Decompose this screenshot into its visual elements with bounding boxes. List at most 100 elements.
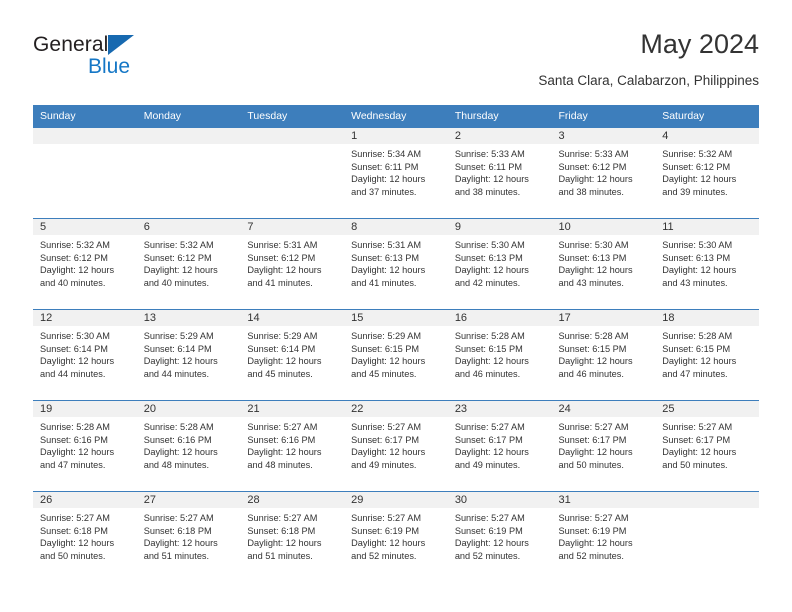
daylight-minutes: and 52 minutes. xyxy=(351,550,417,561)
daylight-minutes: and 41 minutes. xyxy=(351,277,417,288)
calendar-day-cell[interactable]: 4 Sunrise: 5:32 AM Sunset: 6:12 PM Daylight… xyxy=(655,127,759,219)
daylight-minutes: and 46 minutes. xyxy=(454,368,521,379)
calendar-day-cell[interactable]: 6 Sunrise: 5:32 AM Sunset: 6:12 PM Daylight… xyxy=(136,218,241,310)
day-number: 10 xyxy=(551,219,656,235)
day-number: 23 xyxy=(447,401,552,417)
calendar-day-cell[interactable]: 13 Sunrise: 5:29 AM Sunset: 6:14 PM Dayligh… xyxy=(136,309,241,401)
calendar-day-cell[interactable]: 28 Sunrise: 5:27 AM Sunset: 6:18 PM Dayligh… xyxy=(240,491,345,582)
calendar-day-cell[interactable]: 2 Sunrise: 5:33 AM Sunset: 6:11 PM Daylight… xyxy=(447,127,552,219)
daylight-hours: Daylight: 12 hours xyxy=(558,174,633,185)
sunrise-time: Sunrise: 5:27 AM xyxy=(40,513,110,523)
day-number: 1 xyxy=(344,128,448,144)
daylight-hours: Daylight: 12 hours xyxy=(351,174,426,185)
sunrise-time: Sunrise: 5:32 AM xyxy=(662,149,733,159)
calendar-day-cell[interactable]: 27 Sunrise: 5:27 AM Sunset: 6:18 PM Dayligh… xyxy=(136,491,241,582)
weekday-header-friday: Friday xyxy=(551,105,656,128)
sunset-time: Sunset: 6:16 PM xyxy=(40,434,108,445)
daylight-hours: Daylight: 12 hours xyxy=(247,265,322,276)
calendar-day-cell[interactable]: 18 Sunrise: 5:28 AM Sunset: 6:15 PM Dayligh… xyxy=(655,309,759,401)
day-number: 18 xyxy=(655,310,759,326)
daylight-hours: Daylight: 12 hours xyxy=(662,265,737,276)
daylight-minutes: and 37 minutes. xyxy=(351,186,417,197)
calendar-day-cell[interactable]: 9 Sunrise: 5:30 AM Sunset: 6:13 PM Daylight… xyxy=(447,218,552,310)
weekday-header-tuesday: Tuesday xyxy=(240,105,345,128)
calendar-day-cell[interactable]: 17 Sunrise: 5:28 AM Sunset: 6:15 PM Dayligh… xyxy=(551,309,656,401)
sunset-time: Sunset: 6:15 PM xyxy=(558,343,627,354)
sunset-time: Sunset: 6:15 PM xyxy=(351,343,420,354)
calendar-day-cell[interactable]: 22 Sunrise: 5:27 AM Sunset: 6:17 PM Dayligh… xyxy=(344,400,448,492)
sunset-time: Sunset: 6:19 PM xyxy=(454,525,523,536)
day-details: Sunrise: 5:27 AM Sunset: 6:16 PM Daylight:… xyxy=(240,417,344,471)
day-details: Sunrise: 5:31 AM Sunset: 6:13 PM Daylight:… xyxy=(344,235,448,289)
daylight-hours: Daylight: 12 hours xyxy=(247,447,322,458)
calendar-day-cell[interactable]: 21 Sunrise: 5:27 AM Sunset: 6:16 PM Dayligh… xyxy=(240,400,345,492)
daylight-minutes: and 48 minutes. xyxy=(247,459,313,470)
calendar-day-cell[interactable]: 30 Sunrise: 5:27 AM Sunset: 6:19 PM Dayligh… xyxy=(447,491,552,582)
sunset-time: Sunset: 6:11 PM xyxy=(351,161,419,172)
daylight-hours: Daylight: 12 hours xyxy=(662,356,737,367)
calendar-day-cell[interactable]: 12 Sunrise: 5:30 AM Sunset: 6:14 PM Dayligh… xyxy=(33,309,137,401)
day-details: Sunrise: 5:33 AM Sunset: 6:11 PM Daylight:… xyxy=(448,144,552,198)
sunset-time: Sunset: 6:12 PM xyxy=(143,252,212,263)
day-number: 19 xyxy=(33,401,137,417)
day-details xyxy=(33,144,137,148)
sunset-time: Sunset: 6:14 PM xyxy=(143,343,212,354)
calendar-day-cell[interactable]: 14 Sunrise: 5:29 AM Sunset: 6:14 PM Dayligh… xyxy=(240,309,345,401)
day-details: Sunrise: 5:32 AM Sunset: 6:12 PM Daylight:… xyxy=(137,235,241,289)
day-number: 16 xyxy=(447,310,552,326)
daylight-minutes: and 50 minutes. xyxy=(662,459,728,470)
daylight-hours: Daylight: 12 hours xyxy=(558,356,633,367)
daylight-hours: Daylight: 12 hours xyxy=(454,265,529,276)
calendar-day-cell[interactable]: 29 Sunrise: 5:27 AM Sunset: 6:19 PM Dayligh… xyxy=(344,491,448,582)
daylight-minutes: and 49 minutes. xyxy=(454,459,521,470)
sunrise-time: Sunrise: 5:27 AM xyxy=(351,513,422,523)
calendar-week-row: 12 Sunrise: 5:30 AM Sunset: 6:14 PM Dayligh… xyxy=(33,309,759,401)
generalblue-logo[interactable]: General Blue xyxy=(33,33,213,89)
sunrise-time: Sunrise: 5:29 AM xyxy=(143,331,214,341)
sunrise-time: Sunrise: 5:27 AM xyxy=(454,422,525,432)
sunrise-time: Sunrise: 5:29 AM xyxy=(351,331,422,341)
daylight-hours: Daylight: 12 hours xyxy=(40,447,115,458)
day-number: 8 xyxy=(344,219,448,235)
daylight-minutes: and 50 minutes. xyxy=(558,459,624,470)
calendar-day-cell[interactable]: 19 Sunrise: 5:28 AM Sunset: 6:16 PM Dayligh… xyxy=(33,400,137,492)
calendar-day-cell[interactable]: 3 Sunrise: 5:33 AM Sunset: 6:12 PM Daylight… xyxy=(551,127,656,219)
sunrise-time: Sunrise: 5:27 AM xyxy=(143,513,214,523)
day-details: Sunrise: 5:30 AM Sunset: 6:13 PM Daylight:… xyxy=(448,235,552,289)
daylight-minutes: and 51 minutes. xyxy=(247,550,313,561)
sunset-time: Sunset: 6:13 PM xyxy=(558,252,627,263)
sunset-time: Sunset: 6:13 PM xyxy=(454,252,523,263)
calendar-day-cell[interactable]: 5 Sunrise: 5:32 AM Sunset: 6:12 PM Daylight… xyxy=(33,218,137,310)
weekday-header-sunday: Sunday xyxy=(33,105,137,128)
sunrise-time: Sunrise: 5:32 AM xyxy=(40,240,110,250)
day-details: Sunrise: 5:28 AM Sunset: 6:15 PM Daylight:… xyxy=(552,326,656,380)
daylight-minutes: and 45 minutes. xyxy=(247,368,313,379)
sunset-time: Sunset: 6:16 PM xyxy=(247,434,316,445)
calendar-day-cell[interactable]: 25 Sunrise: 5:27 AM Sunset: 6:17 PM Dayligh… xyxy=(655,400,759,492)
daylight-hours: Daylight: 12 hours xyxy=(662,447,737,458)
day-number: 11 xyxy=(655,219,759,235)
calendar-header: Sunday Monday Tuesday Wednesday Thursday Frid… xyxy=(33,105,759,128)
sunset-time: Sunset: 6:15 PM xyxy=(454,343,523,354)
sunset-time: Sunset: 6:12 PM xyxy=(662,161,731,172)
day-details: Sunrise: 5:28 AM Sunset: 6:16 PM Daylight:… xyxy=(137,417,241,471)
daylight-minutes: and 50 minutes. xyxy=(40,550,106,561)
calendar-day-cell[interactable]: 24 Sunrise: 5:27 AM Sunset: 6:17 PM Dayligh… xyxy=(551,400,656,492)
calendar-day-cell[interactable]: 7 Sunrise: 5:31 AM Sunset: 6:12 PM Daylight… xyxy=(240,218,345,310)
logo-text-blue: Blue xyxy=(88,55,131,78)
calendar-day-cell[interactable]: 31 Sunrise: 5:27 AM Sunset: 6:19 PM Dayligh… xyxy=(551,491,656,582)
calendar-day-cell[interactable]: 10 Sunrise: 5:30 AM Sunset: 6:13 PM Dayligh… xyxy=(551,218,656,310)
calendar-day-cell[interactable]: 20 Sunrise: 5:28 AM Sunset: 6:16 PM Dayligh… xyxy=(136,400,241,492)
calendar-body: 1 Sunrise: 5:34 AM Sunset: 6:11 PM Daylight… xyxy=(33,127,759,582)
day-number: 29 xyxy=(344,492,448,508)
calendar-day-cell[interactable]: 23 Sunrise: 5:27 AM Sunset: 6:17 PM Dayligh… xyxy=(447,400,552,492)
calendar-day-cell[interactable]: 15 Sunrise: 5:29 AM Sunset: 6:15 PM Dayligh… xyxy=(344,309,448,401)
calendar-day-cell[interactable]: 11 Sunrise: 5:30 AM Sunset: 6:13 PM Dayligh… xyxy=(655,218,759,310)
day-details: Sunrise: 5:27 AM Sunset: 6:19 PM Daylight:… xyxy=(448,508,552,562)
calendar-day-cell[interactable]: 8 Sunrise: 5:31 AM Sunset: 6:13 PM Daylight… xyxy=(344,218,448,310)
calendar-day-cell[interactable]: 16 Sunrise: 5:28 AM Sunset: 6:15 PM Dayligh… xyxy=(447,309,552,401)
daylight-hours: Daylight: 12 hours xyxy=(558,538,633,549)
calendar-day-cell[interactable]: 26 Sunrise: 5:27 AM Sunset: 6:18 PM Dayligh… xyxy=(33,491,137,582)
calendar-day-cell[interactable]: 1 Sunrise: 5:34 AM Sunset: 6:11 PM Daylight… xyxy=(344,127,448,219)
daylight-hours: Daylight: 12 hours xyxy=(143,265,218,276)
